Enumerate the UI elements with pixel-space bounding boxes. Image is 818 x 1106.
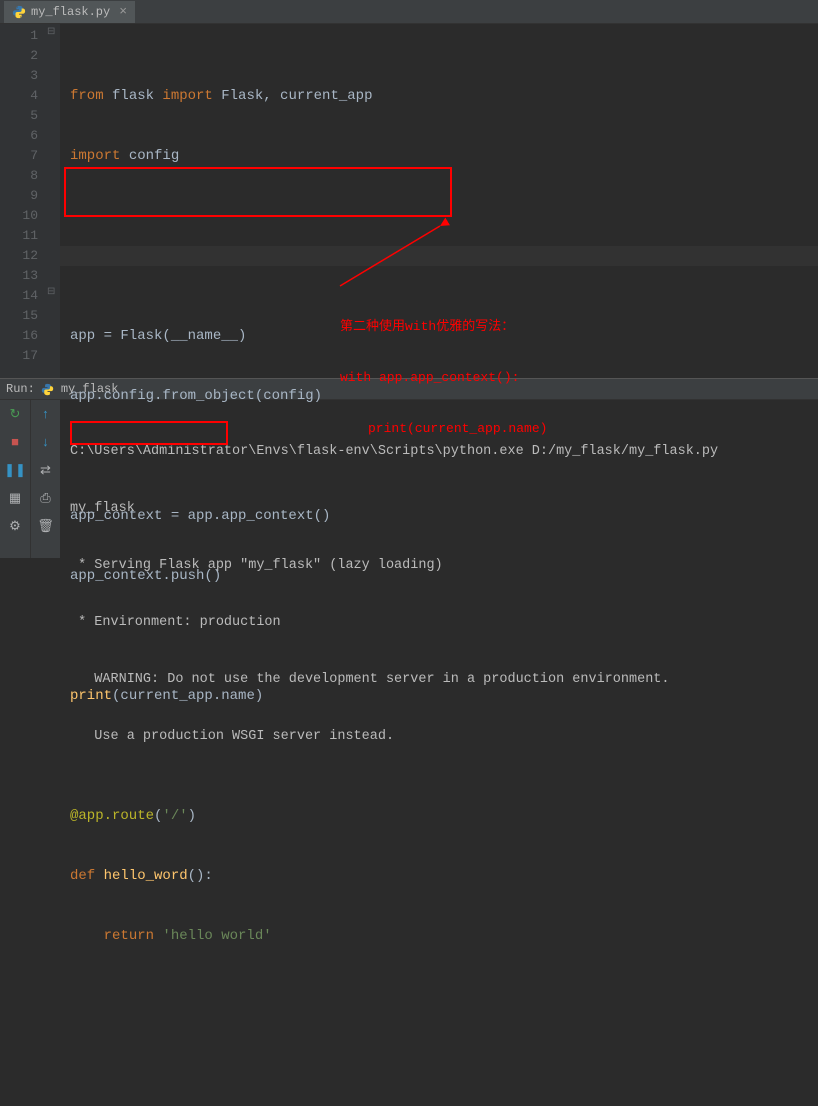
python-icon [41,382,55,396]
fold-icon[interactable]: ⊟ [47,288,57,298]
stop-button[interactable]: ■ [5,432,25,452]
python-icon [12,5,26,19]
run-toolbar-left: ↻ ■ ❚❚ ▦ ⚙ [0,400,30,558]
run-toolbar-right: ↑ ↓ ⇄ ⎙ 🗑 [30,400,60,558]
fold-icon[interactable]: ⊟ [47,28,57,38]
cursor-line-highlight [60,246,818,266]
rerun-button[interactable]: ↻ [5,404,25,424]
trash-button[interactable]: 🗑 [36,516,56,536]
layout-button[interactable]: ▦ [5,488,25,508]
settings-button[interactable]: ⚙ [5,516,25,536]
line-gutter: 123 456 789 101112 131415 1617 [0,24,46,378]
scroll-down-button[interactable]: ↓ [36,432,56,452]
scroll-up-button[interactable]: ↑ [36,404,56,424]
annotation-text: 第二种使用with优雅的写法： with app.app_context(): … [340,284,547,454]
pause-button[interactable]: ❚❚ [5,460,25,480]
file-tab[interactable]: my_flask.py × [4,1,135,23]
tab-filename: my_flask.py [31,5,110,19]
soft-wrap-button[interactable]: ⇄ [36,460,56,480]
editor-tab-bar: my_flask.py × [0,0,818,24]
fold-column: ⊟ ⊟ [46,24,60,378]
close-icon[interactable]: × [119,4,127,19]
print-button[interactable]: ⎙ [36,488,56,508]
run-title: Run: [6,382,35,396]
